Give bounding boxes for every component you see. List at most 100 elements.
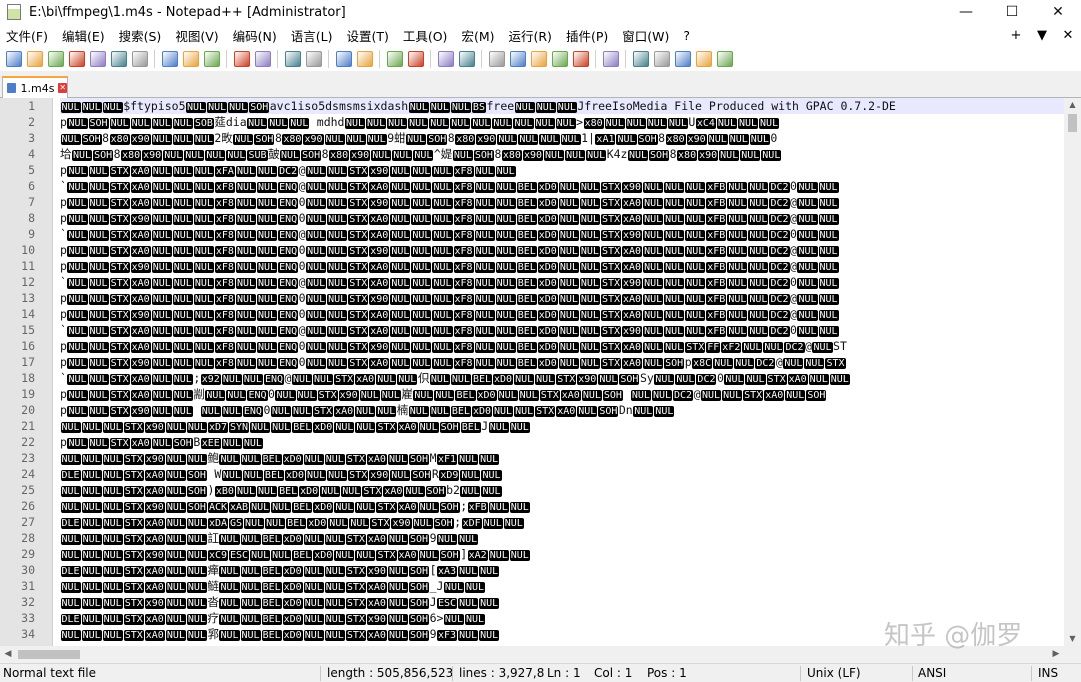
control-char-token: DC2 <box>769 198 790 209</box>
text-line[interactable]: p NUL NUL STX xA0 NUL NUL NUL xFA NUL NUL DC2 @ NUL NU… <box>60 162 516 178</box>
cut-icon[interactable] <box>161 50 178 67</box>
text-line[interactable]: ` NUL NUL STX xA0 NUL NUL NUL xF8 NUL NUL ENQ @ NUL NU… <box>60 322 839 338</box>
text-line[interactable]: NUL NUL NUL STX x90 NUL SOH ACK xAB NUL NUL BEL xD0 N… <box>60 498 530 514</box>
zoom-in-icon[interactable] <box>335 50 352 67</box>
undo-icon[interactable] <box>233 50 250 67</box>
text-line[interactable]: ` NUL NUL STX xA0 NUL NUL NUL xF8 NUL NUL ENQ @ NUL NU… <box>60 274 839 290</box>
scroll-up-icon[interactable]: ▲ <box>1064 98 1081 112</box>
text-line[interactable]: NUL NUL NUL STX xA0 NUL NUL 郛 NUL NUL BEL xD0 NUL NUL… <box>60 626 500 642</box>
text-line[interactable]: NUL NUL NUL STX x90 NUL NUL 鲍 NUL NUL BEL xD0 NUL NUL… <box>60 450 500 466</box>
menu-encoding[interactable]: 编码(N) <box>227 26 285 45</box>
tab-close-icon[interactable]: ✕ <box>58 83 67 93</box>
text-line[interactable]: p NUL NUL STX xA0 NUL NUL NUL xF8 NUL NUL ENQ 0 NUL NU… <box>60 242 839 258</box>
folder-as-workspace-icon[interactable] <box>572 50 589 67</box>
close-window-button[interactable]: ✕ <box>1035 0 1081 24</box>
text-line[interactable]: p NUL NUL STX xA0 NUL NUL 剬 NUL NUL ENQ 0 NUL NUL STX x… <box>60 386 827 402</box>
text-line[interactable]: p NUL NUL STX x90 NUL NUL NUL xF8 NUL NUL ENQ 0 NUL NU… <box>60 258 839 274</box>
menu-plugins[interactable]: 插件(P) <box>560 26 616 45</box>
text-line[interactable]: p NUL NUL STX x90 NUL NUL NUL xF8 NUL NUL ENQ 0 NUL NU… <box>60 354 846 370</box>
text-line[interactable]: DLE NUL NUL STX xA0 NUL NUL 瘅 NUL NUL BEL xD0 NUL NUL… <box>60 562 500 578</box>
tab-1-m4s[interactable]: 1.m4s ✕ <box>2 76 68 98</box>
menu-macro[interactable]: 宏(M) <box>455 26 502 45</box>
text-line[interactable]: NUL NUL NUL STX x90 NUL NUL 沓 NUL NUL BEL xD0 NUL NUL… <box>60 594 500 610</box>
text-area[interactable]: NUL NUL NUL $ftypiso5 NUL NUL NUL SOH avc1iso5ds… <box>60 98 1064 646</box>
record-macro-icon[interactable] <box>632 50 649 67</box>
save-icon[interactable] <box>47 50 64 67</box>
text-line[interactable]: DLE NUL NUL STX xA0 NUL NUL xDA GS NUL NUL BEL xD0 NU… <box>60 514 524 530</box>
show-all-chars-icon[interactable] <box>458 50 475 67</box>
text-line[interactable]: ` NUL NUL STX xA0 NUL NUL NUL xF8 NUL NUL ENQ @ NUL NU… <box>60 178 839 194</box>
monitor-icon[interactable] <box>602 50 619 67</box>
vertical-scrollbar[interactable]: ▲ ▼ <box>1064 98 1081 646</box>
menu-search[interactable]: 搜索(S) <box>113 26 170 45</box>
text-line[interactable]: 垥 NUL SOH 8 x80 x90 NUL NUL NUL NUL SUB 皷 NUL SOH 8 x80… <box>60 146 782 162</box>
indent-guide-icon[interactable] <box>488 50 505 67</box>
minimize-button[interactable]: — <box>943 0 989 24</box>
menu-edit[interactable]: 编辑(E) <box>56 26 113 45</box>
text-line[interactable]: NUL NUL NUL STX x90 NUL NUL xC9 ESC NUL NUL BEL xD0 N… <box>60 546 530 562</box>
close-all-icon[interactable] <box>110 50 127 67</box>
open-file-icon[interactable] <box>26 50 43 67</box>
text-line[interactable]: NUL NUL NUL $ftypiso5 NUL NUL NUL SOH avc1iso5ds… <box>60 98 1064 114</box>
text-line[interactable]: p NUL NUL STX x90 NUL NUL NUL xF8 NUL NUL ENQ 0 NUL NU… <box>60 210 839 226</box>
new-tab-button[interactable]: + <box>1003 28 1029 43</box>
text-line[interactable]: ` NUL NUL STX xA0 NUL NUL NUL xF8 NUL NUL ENQ @ NUL NU… <box>60 226 839 242</box>
text-line[interactable]: p NUL NUL STX xA0 NUL NUL NUL xF8 NUL NUL ENQ 0 NUL NU… <box>60 338 847 354</box>
text-line[interactable]: p NUL NUL STX xA0 NUL NUL NUL xF8 NUL NUL ENQ 0 NUL NU… <box>60 290 839 306</box>
menu-language[interactable]: 语言(L) <box>285 26 341 45</box>
menu-settings[interactable]: 设置(T) <box>340 26 396 45</box>
function-list-icon[interactable] <box>551 50 568 67</box>
text-line[interactable]: NUL NUL NUL STX xA0 NUL NUL 鲢 NUL NUL BEL xD0 NUL NUL… <box>60 578 486 594</box>
text-line[interactable]: NUL NUL NUL STX xA0 NUL NUL 訌 NUL NUL BEL xD0 NUL NUL… <box>60 530 479 546</box>
text-line[interactable]: NUL SOH 8 x80 x90 NUL NUL NUL 2畋 NUL SOH 8 x80 x90 NUL… <box>60 130 777 146</box>
run-macro-multiple-icon[interactable] <box>695 50 712 67</box>
stop-record-icon[interactable] <box>653 50 670 67</box>
scroll-down-icon[interactable]: ▼ <box>1064 632 1081 646</box>
text-line[interactable]: p NUL NUL STX xA0 NUL NUL NUL xF8 NUL NUL ENQ 0 NUL NU… <box>60 194 839 210</box>
tab-list-button[interactable]: ▼ <box>1029 28 1055 43</box>
menu-help[interactable]: ? <box>677 28 698 43</box>
replace-icon[interactable] <box>305 50 322 67</box>
text-line[interactable]: p NUL SOH NUL NUL NUL NUL SOB 莚dia NUL NUL NUL mdhd… <box>60 114 780 130</box>
play-macro-icon[interactable] <box>674 50 691 67</box>
close-icon[interactable] <box>89 50 106 67</box>
vertical-scroll-thumb[interactable] <box>1068 114 1077 132</box>
menu-tools[interactable]: 工具(O) <box>397 26 456 45</box>
menu-run[interactable]: 运行(R) <box>502 26 559 45</box>
scroll-left-icon[interactable]: ◀ <box>0 646 16 663</box>
find-icon[interactable] <box>284 50 301 67</box>
sync-vertical-icon[interactable] <box>386 50 403 67</box>
sync-horizontal-icon[interactable] <box>407 50 424 67</box>
zoom-out-icon[interactable] <box>356 50 373 67</box>
control-char-token: NUL <box>727 198 748 209</box>
text-line[interactable]: DLE NUL NUL STX xA0 NUL NUL 疗 NUL NUL BEL xD0 NUL NUL… <box>60 610 486 626</box>
paste-icon[interactable] <box>203 50 220 67</box>
text-line[interactable]: DLE NUL NUL STX xA0 NUL SOH W NUL NUL BEL xD0 NUL NU… <box>60 466 502 482</box>
text-line[interactable]: p NUL NUL STX x90 NUL NUL NUL xF8 NUL NUL ENQ 0 NUL NU… <box>60 306 839 322</box>
text-line[interactable]: NUL NUL NUL STX x90 NUL NUL xD7 SYN NUL NUL BEL xD0 N… <box>60 418 530 434</box>
user-lang-icon[interactable] <box>509 50 526 67</box>
text-line[interactable]: p NUL NUL STX x90 NUL NUL NUL NUL ENQ 0 NUL NUL STX x… <box>60 402 675 418</box>
menu-window[interactable]: 窗口(W) <box>616 26 677 45</box>
menu-view[interactable]: 视图(V) <box>169 26 226 45</box>
status-eol[interactable]: Unix (LF) <box>807 666 907 680</box>
copy-icon[interactable] <box>182 50 199 67</box>
new-file-icon[interactable] <box>5 50 22 67</box>
maximize-button[interactable]: ☐ <box>989 0 1035 24</box>
doc-map-icon[interactable] <box>530 50 547 67</box>
save-all-icon[interactable] <box>68 50 85 67</box>
print-icon[interactable] <box>131 50 148 67</box>
status-encoding[interactable]: ANSI <box>918 666 1028 680</box>
horizontal-scroll-thumb[interactable] <box>18 650 80 659</box>
word-wrap-icon[interactable] <box>437 50 454 67</box>
menu-file[interactable]: 文件(F) <box>0 26 56 45</box>
status-insert-mode[interactable]: INS <box>1038 666 1078 680</box>
redo-icon[interactable] <box>254 50 271 67</box>
text-line[interactable]: p NUL NUL STX xA0 NUL SOH BxEE NUL NUL <box>60 434 263 450</box>
text-line[interactable]: ` NUL NUL STX xA0 NUL NUL; x92 NUL NUL ENQ @ NUL NUL S… <box>60 370 850 386</box>
scroll-right-icon[interactable]: ▶ <box>1048 646 1064 663</box>
close-doc-button[interactable]: ✕ <box>1055 28 1081 43</box>
editor[interactable]: 1 2 3 4 5 6 7 8 9 10 11 12 13 14 15 16 17 18 19 20 21 22 23 24 2… <box>0 98 1081 646</box>
text-line[interactable]: NUL NUL NUL STX xA0 NUL SOH) xB0 NUL NUL BEL xD0 NUL… <box>60 482 502 498</box>
save-macro-icon[interactable] <box>716 50 733 67</box>
